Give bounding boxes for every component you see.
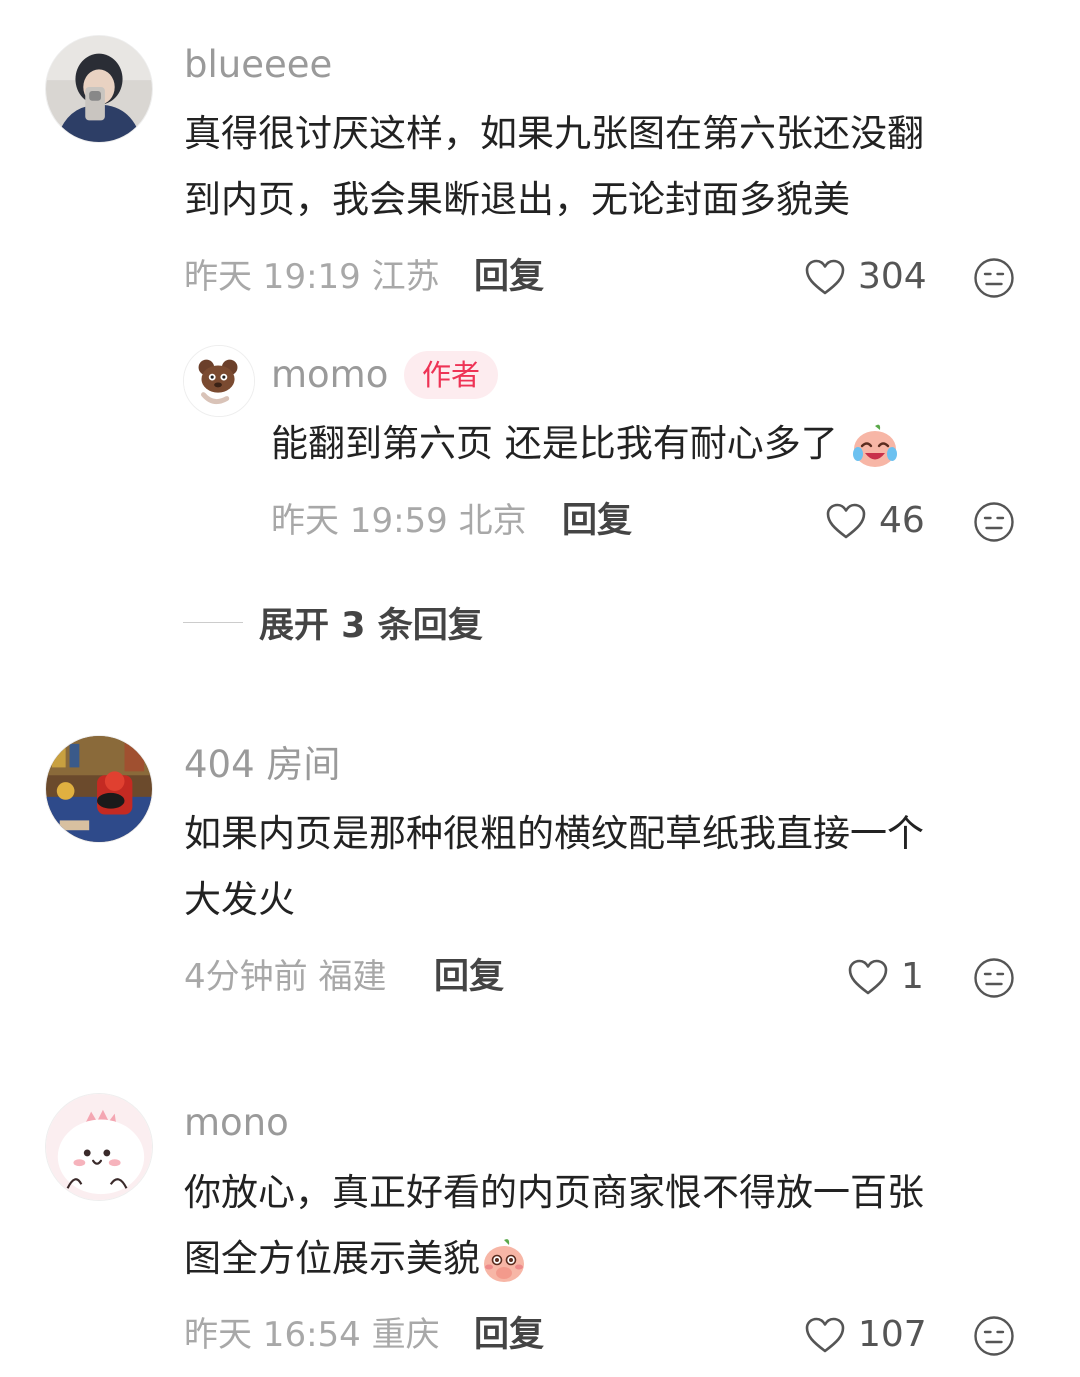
user-photo-avatar-icon [46,36,152,142]
location: 福建 [318,957,387,997]
comment-text-line: 到内页，我会果断退出，无论封面多貌美 [184,178,850,221]
reply-button[interactable]: 回复 [562,499,632,543]
reply-text-content: 能翻到第六页 还是比我有耐心多了 [271,422,838,465]
like-count: 107 [858,1314,927,1355]
face-icon [974,1316,1014,1356]
timestamp: 昨天 16:54 [184,1315,361,1355]
like-count: 304 [858,256,927,297]
comment-text: 真得很讨厌这样，如果九张图在第六张还没翻 到内页，我会果断退出，无论封面多貌美 [184,101,1034,233]
comment-meta: 4分钟前 福建 [184,955,386,999]
reaction-button[interactable] [973,257,1015,299]
location: 重庆 [371,1315,440,1355]
heart-icon [826,503,866,539]
like-button[interactable]: 107 [804,1313,927,1357]
reaction-button[interactable] [973,1315,1015,1357]
timestamp: 4分钟前 [184,957,308,997]
reply-button[interactable]: 回复 [434,955,504,999]
shy-emoji-icon [480,1237,528,1285]
comment-meta: 昨天 19:19 江苏 [184,255,440,299]
comment-text-line: 真得很讨厌这样，如果九张图在第六张还没翻 [184,112,924,155]
heart-icon [805,1317,845,1353]
reply-meta: 昨天 19:59 北京 [271,499,527,543]
face-icon [974,502,1014,542]
heart-icon [805,259,845,295]
divider-line [183,622,243,623]
location: 北京 [458,501,527,541]
laugh-cry-emoji-icon [850,422,900,470]
like-count: 1 [901,956,924,997]
username[interactable]: 404 房间 [184,743,340,787]
heart-icon [848,959,888,995]
comment-meta: 昨天 16:54 重庆 [184,1313,440,1357]
like-count: 46 [879,500,925,541]
pink-dino-avatar-icon [46,1094,152,1200]
face-icon [974,958,1014,998]
like-button[interactable]: 1 [847,955,924,999]
expand-replies-button[interactable]: 展开 3 条回复 [183,597,483,648]
reaction-button[interactable] [973,957,1015,999]
comment-text-line: 图全方位展示美貌 [184,1226,1034,1292]
comment-text-line: 大发火 [184,878,295,921]
timestamp: 昨天 19:59 [271,501,448,541]
author-badge: 作者 [404,351,499,399]
comment-text-content: 图全方位展示美貌 [184,1237,480,1280]
reply-username[interactable]: momo [271,353,388,397]
comment-text: 如果内页是那种很粗的横纹配草纸我直接一个 大发火 [184,801,1034,933]
comment-text-line: 如果内页是那种很粗的横纹配草纸我直接一个 [184,812,924,855]
like-button[interactable]: 304 [804,255,927,299]
expand-replies-label: 展开 3 条回复 [259,606,483,646]
face-icon [974,258,1014,298]
bear-sticker-avatar-icon [184,346,254,416]
user-avatar[interactable] [45,35,153,143]
username[interactable]: mono [184,1101,289,1145]
user-avatar[interactable] [45,735,153,843]
reply-button[interactable]: 回复 [474,1313,544,1357]
like-button[interactable]: 46 [825,499,925,543]
comment-text: 你放心，真正好看的内页商家恨不得放一百张 图全方位展示美貌 [184,1160,1034,1292]
reply-button[interactable]: 回复 [474,255,544,299]
user-avatar[interactable] [45,1093,153,1201]
location: 江苏 [371,257,440,297]
username[interactable]: blueeee [184,43,332,87]
reply-text: 能翻到第六页 还是比我有耐心多了 [271,411,1041,477]
timestamp: 昨天 19:19 [184,257,361,297]
illustrated-room-avatar-icon [46,736,152,842]
comment-text-line: 你放心，真正好看的内页商家恨不得放一百张 [184,1171,924,1214]
reaction-button[interactable] [973,501,1015,543]
reply-avatar[interactable] [183,345,255,417]
